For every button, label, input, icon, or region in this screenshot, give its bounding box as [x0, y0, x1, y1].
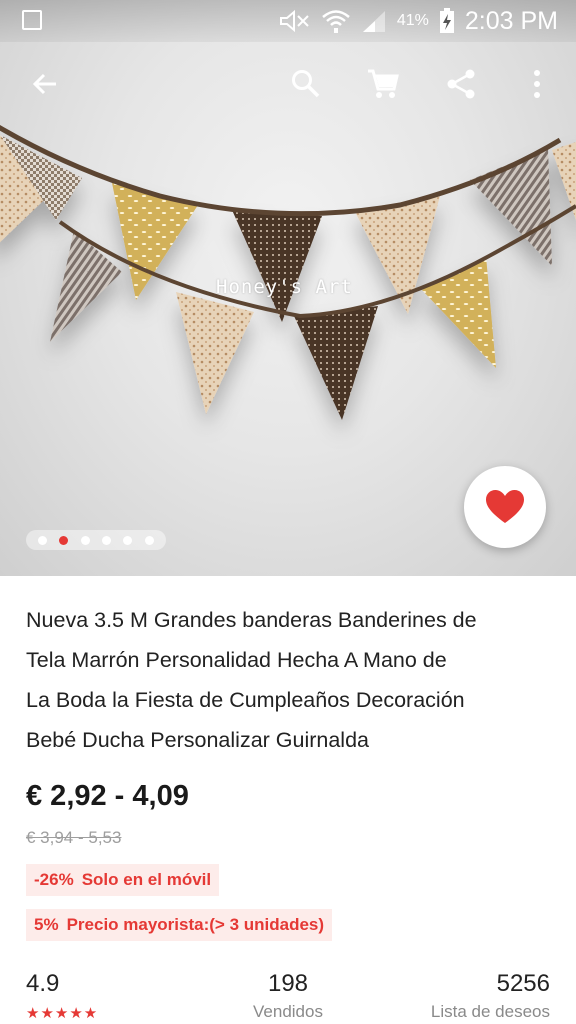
wishlist-stat: 5256 Lista de deseos	[431, 970, 550, 1022]
product-title: Nueva 3.5 M Grandes banderas Banderines …	[26, 600, 556, 760]
wishlist-button[interactable]	[464, 466, 546, 548]
rating-stat[interactable]: 4.9 ★★★★★	[26, 970, 98, 1022]
search-icon	[292, 70, 320, 98]
product-title-line: Tela Marrón Personalidad Hecha A Mano de	[26, 648, 447, 672]
share-icon	[447, 69, 475, 99]
status-time: 2:03 PM	[464, 6, 558, 35]
status-bar: 41% 2:03 PM	[0, 0, 576, 42]
cart-button[interactable]	[361, 62, 405, 106]
image-icon	[22, 10, 42, 30]
more-vert-icon	[534, 70, 540, 98]
rating-value: 4.9	[26, 970, 60, 997]
sold-label: Vendidos	[253, 1002, 323, 1021]
wishlist-label: Lista de deseos	[430, 1002, 550, 1021]
more-options-button[interactable]	[515, 62, 559, 106]
signal-icon	[362, 11, 385, 32]
wifi-icon	[322, 10, 350, 33]
back-arrow-icon	[32, 73, 56, 95]
cart-icon	[368, 69, 399, 98]
price-range: € 2,92 - 4,09	[26, 780, 189, 812]
mobile-discount-percent: -26%	[34, 870, 74, 889]
mobile-discount-text: Solo en el móvil	[81, 870, 212, 889]
wholesale-discount-percent: 5%	[34, 915, 59, 934]
battery-percent: 41%	[396, 12, 429, 29]
mobile-discount-badge: -26% Solo en el móvil	[26, 864, 220, 896]
carousel-dot[interactable]	[123, 535, 133, 545]
wishlist-count: 5256	[496, 970, 550, 997]
sold-stat: 198 Vendidos	[248, 970, 328, 1022]
sold-count: 198	[267, 970, 309, 997]
original-price: € 3,94 - 5,53	[26, 828, 122, 847]
carousel-dot-active[interactable]	[59, 535, 69, 545]
flag	[176, 292, 254, 414]
product-title-line: Nueva 3.5 M Grandes banderas Banderines …	[26, 608, 477, 632]
heart-icon	[486, 490, 524, 523]
carousel-dot[interactable]	[144, 535, 154, 545]
back-button[interactable]	[23, 62, 67, 106]
product-title-line: La Boda la Fiesta de Cumpleaños Decoraci…	[26, 688, 465, 712]
carousel-dot[interactable]	[38, 535, 48, 545]
star-rating-icon: ★★★★★	[26, 1005, 99, 1022]
wholesale-discount-text: Precio mayorista:(> 3 unidades)	[66, 915, 325, 934]
product-title-line: Bebé Ducha Personalizar Guirnalda	[26, 728, 370, 752]
wholesale-price-badge[interactable]: 5% Precio mayorista:(> 3 unidades)	[26, 909, 333, 941]
mute-icon	[279, 9, 309, 33]
carousel-indicator	[26, 530, 166, 550]
carousel-dot[interactable]	[102, 535, 112, 545]
carousel-dot[interactable]	[80, 535, 90, 545]
share-button[interactable]	[439, 62, 483, 106]
flag	[50, 230, 122, 342]
flag	[294, 306, 378, 420]
search-button[interactable]	[284, 62, 328, 106]
watermark-text: Honey's Art	[216, 276, 353, 298]
battery-charging-icon	[439, 8, 454, 33]
